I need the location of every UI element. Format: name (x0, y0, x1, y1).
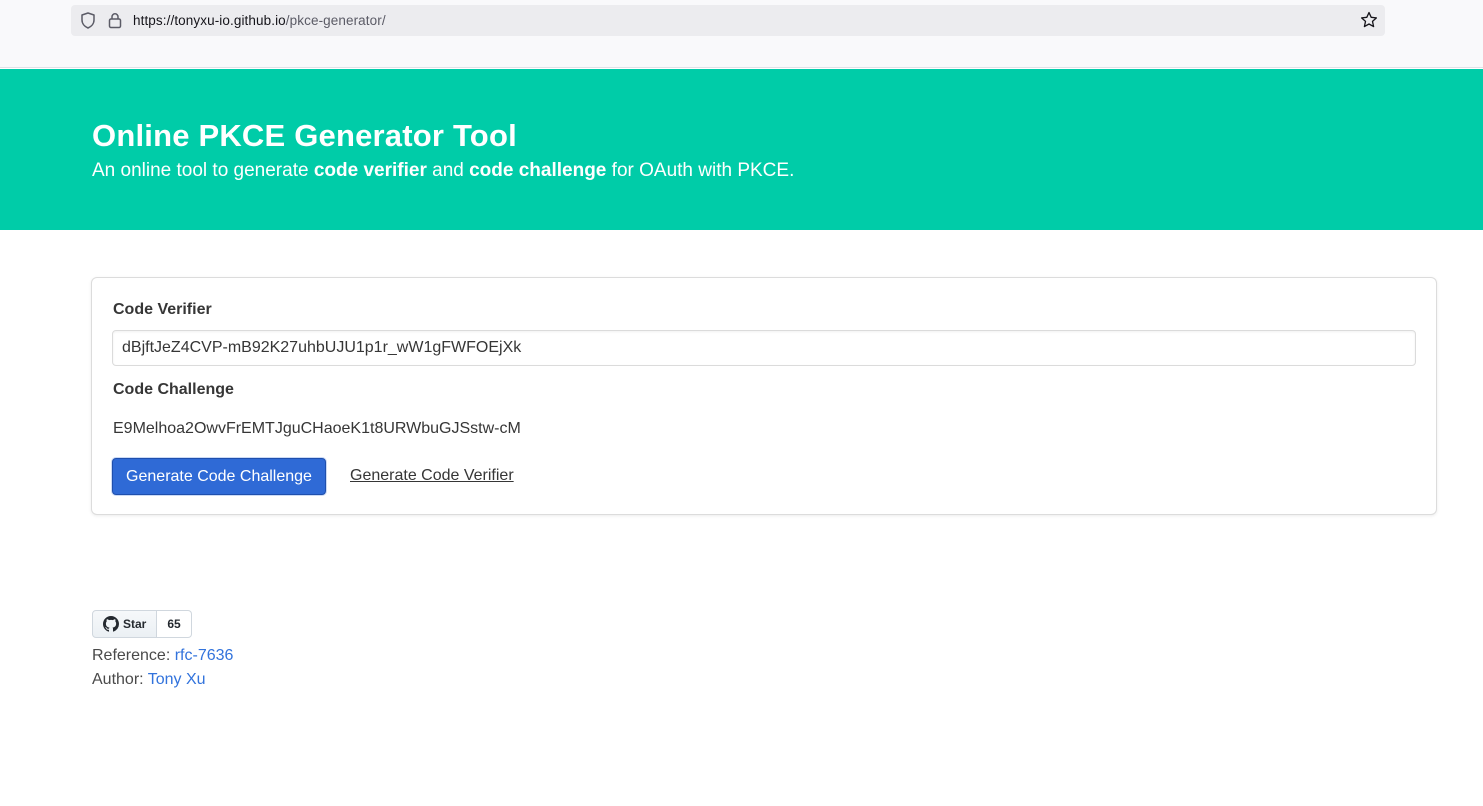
bookmark-star-icon[interactable] (1360, 11, 1378, 29)
code-challenge-value: E9Melhoa2OwvFrEMTJguCHaoeK1t8URWbuGJSstw… (113, 420, 521, 437)
reference-label: Reference: (92, 647, 175, 664)
browser-toolbar: https://tonyxu-io.github.io/pkce-generat… (0, 0, 1483, 68)
code-challenge-label: Code Challenge (113, 381, 234, 398)
page-subtitle: An online tool to generate code verifier… (92, 160, 794, 182)
generate-code-challenge-button[interactable]: Generate Code Challenge (112, 458, 326, 495)
github-icon (103, 616, 119, 632)
url-host: https://tonyxu-io.github.io (133, 13, 286, 28)
generator-card: Code Verifier dBjftJeZ4CVP-mB92K27uhbUJU… (91, 277, 1437, 515)
subtitle-text-2: and (426, 160, 470, 181)
github-star-button[interactable]: Star (92, 610, 158, 638)
subtitle-text-1: An online tool to generate (92, 160, 314, 181)
code-verifier-input[interactable]: dBjftJeZ4CVP-mB92K27uhbUJU1p1r_wW1gFWFOE… (112, 330, 1416, 366)
author-link[interactable]: Tony Xu (148, 671, 206, 688)
author-line: Author: Tony Xu (92, 671, 206, 689)
subtitle-text-3: for OAuth with PKCE. (606, 160, 795, 181)
reference-line: Reference: rfc-7636 (92, 647, 233, 665)
subtitle-bold-2: code challenge (469, 160, 607, 181)
author-label: Author: (92, 671, 148, 688)
url-text[interactable]: https://tonyxu-io.github.io/pkce-generat… (133, 13, 386, 28)
hero-banner: Online PKCE Generator Tool An online too… (0, 69, 1483, 230)
subtitle-bold-1: code verifier (313, 160, 427, 181)
github-star-widget: Star 65 (92, 610, 192, 638)
page-title: Online PKCE Generator Tool (92, 118, 517, 153)
code-verifier-label: Code Verifier (113, 301, 212, 318)
lock-icon[interactable] (108, 12, 122, 29)
url-path: /pkce-generator/ (285, 13, 386, 28)
tracking-protection-shield-icon[interactable] (80, 12, 96, 29)
github-star-label: Star (123, 617, 147, 631)
rfc-link[interactable]: rfc-7636 (175, 647, 234, 664)
github-star-count[interactable]: 65 (157, 610, 192, 638)
generate-code-verifier-button[interactable]: Generate Code Verifier (350, 467, 514, 485)
address-bar[interactable]: https://tonyxu-io.github.io/pkce-generat… (71, 5, 1385, 36)
